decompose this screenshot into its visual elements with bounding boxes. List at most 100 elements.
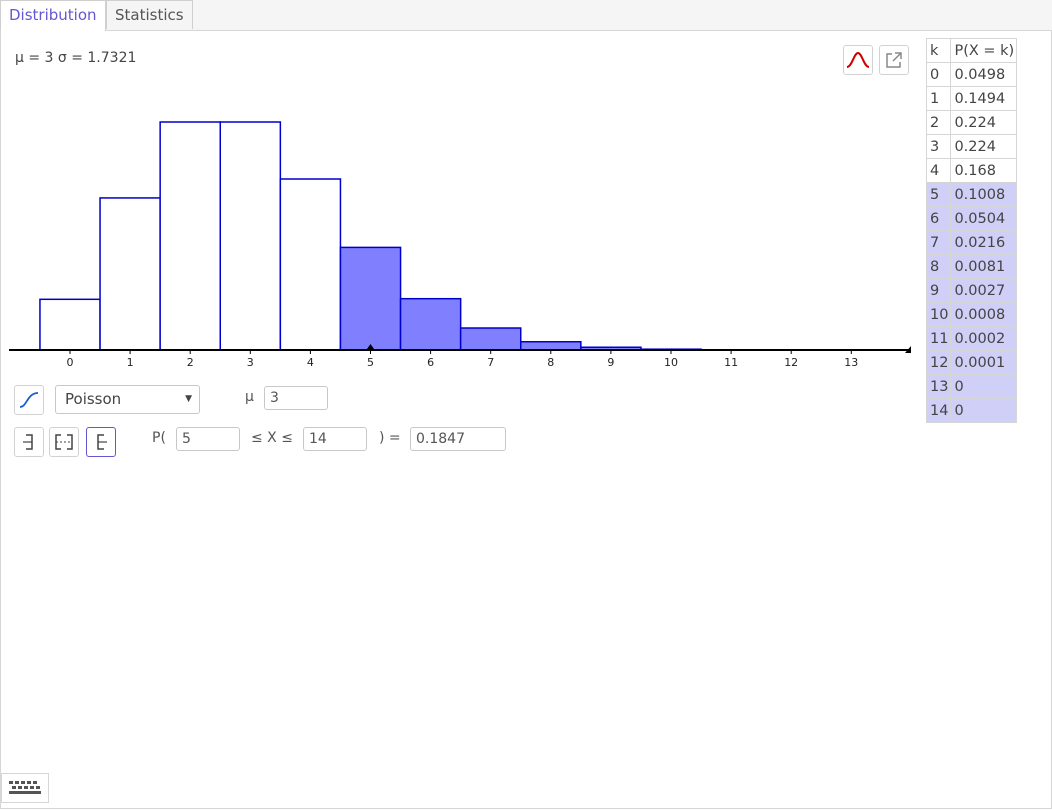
chevron-down-icon: ▼ — [185, 394, 192, 404]
table-cell-probability: 0.0008 — [950, 302, 1018, 327]
x-tick-label: 12 — [784, 356, 798, 369]
table-row: 1 0.1494 — [925, 86, 1018, 111]
table-cell-k: 7 — [925, 230, 952, 255]
mu-input[interactable]: 3 — [264, 386, 328, 410]
right-sided-button[interactable] — [86, 427, 116, 457]
probability-table: k P(X = k) 0 0.0498 1 0.1494 2 0.224 3 0.224 4 0.… — [925, 38, 1018, 423]
probability-prefix: P( — [152, 430, 166, 446]
chart-bar-1 — [99, 197, 161, 351]
interval-bracket-icon — [55, 434, 73, 450]
chart-bar-5 — [339, 246, 402, 351]
table-row: 7 0.0216 — [925, 230, 1018, 255]
keyboard-button[interactable] — [1, 773, 49, 803]
table-row: 14 0 — [925, 398, 1018, 423]
table-cell-probability: 0.0001 — [950, 350, 1018, 375]
x-tick-label: 7 — [487, 356, 494, 369]
show-normal-overlay-button[interactable] — [843, 45, 873, 75]
chart-bar-4 — [279, 178, 342, 351]
table-row: 12 0.0001 — [925, 350, 1018, 375]
upper-bound-input[interactable]: 14 — [303, 427, 367, 451]
mean-sd-summary: μ = 3 σ = 1.7321 — [15, 50, 137, 66]
table-row: 11 0.0002 — [925, 326, 1018, 351]
table-cell-probability: 0 — [950, 398, 1018, 423]
table-cell-probability: 0.0081 — [950, 254, 1018, 279]
interval-button[interactable] — [49, 427, 79, 457]
table-row: 8 0.0081 — [925, 254, 1018, 279]
table-header-k: k — [925, 38, 952, 63]
chart-bar-7 — [459, 327, 522, 351]
lower-bound-input[interactable]: 5 — [176, 427, 240, 451]
x-tick-label: 10 — [664, 356, 678, 369]
table-row: 2 0.224 — [925, 110, 1018, 135]
table-row: 13 0 — [925, 374, 1018, 399]
table-cell-k: 0 — [925, 62, 952, 87]
distribution-select-value: Poisson — [65, 390, 122, 408]
table-cell-k: 6 — [925, 206, 952, 231]
table-cell-k: 5 — [925, 182, 952, 207]
x-tick-label: 1 — [127, 356, 134, 369]
x-tick-label: 6 — [427, 356, 434, 369]
x-tick-label: 11 — [724, 356, 738, 369]
table-cell-probability: 0.1008 — [950, 182, 1018, 207]
probability-chart: 0 1 2 3 4 5 6 7 8 9 10 11 12 13 — [9, 121, 911, 369]
distribution-select[interactable]: Poisson ▼ — [55, 385, 200, 414]
table-cell-k: 11 — [925, 326, 952, 351]
normal-curve-icon — [846, 51, 870, 68]
table-cell-probability: 0.1494 — [950, 86, 1018, 111]
chart-bar-3 — [219, 121, 282, 351]
table-cell-probability: 0.224 — [950, 110, 1018, 135]
probability-inequality: ≤ X ≤ — [251, 430, 293, 446]
table-row: 10 0.0008 — [925, 302, 1018, 327]
cumulative-toggle-button[interactable] — [14, 385, 44, 415]
table-row: 4 0.168 — [925, 158, 1018, 183]
x-tick-label: 13 — [844, 356, 858, 369]
table-cell-probability: 0.0504 — [950, 206, 1018, 231]
table-cell-k: 8 — [925, 254, 952, 279]
left-bracket-icon — [23, 434, 33, 450]
table-cell-k: 14 — [925, 398, 952, 423]
table-cell-probability: 0 — [950, 374, 1018, 399]
table-cell-k: 2 — [925, 110, 952, 135]
table-cell-probability: 0.0498 — [950, 62, 1018, 87]
export-icon — [886, 52, 902, 68]
x-tick-label: 8 — [547, 356, 554, 369]
table-header-p: P(X = k) — [950, 38, 1018, 63]
left-sided-button[interactable] — [14, 427, 44, 457]
table-cell-k: 1 — [925, 86, 952, 111]
x-tick-label: 2 — [187, 356, 194, 369]
table-cell-k: 3 — [925, 134, 952, 159]
x-tick-label: 9 — [607, 356, 614, 369]
table-cell-k: 12 — [925, 350, 952, 375]
x-tick-label: 0 — [67, 356, 74, 369]
chart-bar-6 — [399, 297, 462, 351]
table-cell-probability: 0.224 — [950, 134, 1018, 159]
table-header-row: k P(X = k) — [925, 38, 1018, 63]
tab-statistics[interactable]: Statistics — [106, 0, 193, 29]
chart-bar-2 — [159, 121, 221, 351]
table-row: 9 0.0027 — [925, 278, 1018, 303]
probability-suffix: ) = — [379, 430, 401, 446]
probability-result: 0.1847 — [410, 427, 506, 451]
table-cell-k: 9 — [925, 278, 952, 303]
table-cell-k: 13 — [925, 374, 952, 399]
chart-bar-0 — [39, 298, 101, 351]
table-cell-probability: 0.0002 — [950, 326, 1018, 351]
table-cell-k: 4 — [925, 158, 952, 183]
x-tick-label: 4 — [307, 356, 314, 369]
keyboard-icon — [9, 781, 41, 794]
cumulative-icon — [19, 392, 39, 408]
right-bracket-icon — [97, 434, 107, 450]
x-tick-label: 5 — [367, 356, 374, 369]
tab-distribution[interactable]: Distribution — [0, 0, 106, 31]
table-cell-probability: 0.0216 — [950, 230, 1018, 255]
table-cell-probability: 0.0027 — [950, 278, 1018, 303]
table-row: 0 0.0498 — [925, 62, 1018, 87]
chart-bar-8 — [520, 341, 582, 351]
mu-label: μ — [245, 389, 254, 405]
table-row: 6 0.0504 — [925, 206, 1018, 231]
export-button[interactable] — [879, 45, 909, 75]
chart-bars — [39, 121, 823, 351]
table-cell-probability: 0.168 — [950, 158, 1018, 183]
table-row: 5 0.1008 — [925, 182, 1018, 207]
x-tick-label: 3 — [247, 356, 254, 369]
